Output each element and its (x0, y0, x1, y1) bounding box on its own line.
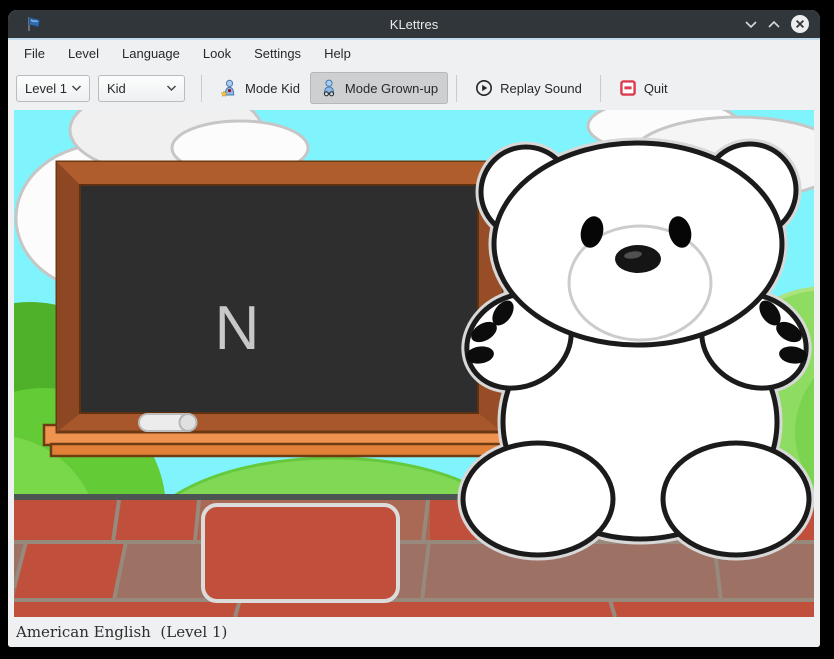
quit-icon (619, 79, 637, 97)
chevron-up-icon (767, 19, 781, 30)
scene: N (14, 110, 814, 617)
menu-item-language[interactable]: Language (122, 46, 180, 61)
menu-item-settings[interactable]: Settings (254, 46, 301, 61)
chevron-down-icon (744, 19, 758, 30)
chalk (139, 414, 197, 431)
titlebar: KLettres (8, 10, 820, 38)
chalkboard-letter: N (197, 298, 277, 360)
quit-button[interactable]: Quit (609, 72, 678, 104)
toolbar-separator (456, 75, 457, 102)
menu-item-file[interactable]: File (24, 46, 45, 61)
replay-sound-label: Replay Sound (500, 81, 582, 96)
toolbar: Level 1 Kid Mode Kid (8, 66, 820, 110)
window-title: KLettres (8, 17, 820, 32)
statusbar: American English (Level 1) (8, 617, 820, 647)
mode-kid-button[interactable]: Mode Kid (210, 72, 310, 104)
quit-label: Quit (644, 81, 668, 96)
menu-item-look[interactable]: Look (203, 46, 231, 61)
menubar: File Level Language Look Settings Help (8, 38, 820, 66)
chevron-down-icon (166, 84, 177, 92)
letter-input-box[interactable] (201, 503, 400, 603)
level-select-value: Level 1 (25, 81, 67, 96)
window-controls (744, 10, 810, 38)
toolbar-separator (201, 75, 202, 102)
scene-art (14, 110, 814, 617)
mode-grownup-label: Mode Grown-up (345, 81, 438, 96)
close-button[interactable] (790, 14, 810, 34)
close-icon (790, 14, 810, 34)
level-select[interactable]: Level 1 (16, 75, 90, 102)
klettres-window: KLettres File Level Language (8, 10, 820, 647)
grown-up-icon (320, 79, 338, 97)
minimize-button[interactable] (744, 19, 758, 30)
status-text: American English (Level 1) (16, 623, 227, 641)
replay-sound-button[interactable]: Replay Sound (465, 72, 592, 104)
play-icon (475, 79, 493, 97)
menu-item-help[interactable]: Help (324, 46, 351, 61)
klettres-flag-icon (24, 15, 42, 33)
maximize-button[interactable] (767, 19, 781, 30)
mode-grownup-button[interactable]: Mode Grown-up (310, 72, 448, 104)
theme-select[interactable]: Kid (98, 75, 185, 102)
kid-icon (220, 79, 238, 97)
bear-nose (615, 245, 661, 273)
toolbar-separator (600, 75, 601, 102)
menu-item-level[interactable]: Level (68, 46, 99, 61)
teddy-bear (450, 143, 814, 555)
mode-kid-label: Mode Kid (245, 81, 300, 96)
chevron-down-icon (71, 84, 82, 92)
theme-select-value: Kid (107, 81, 126, 96)
